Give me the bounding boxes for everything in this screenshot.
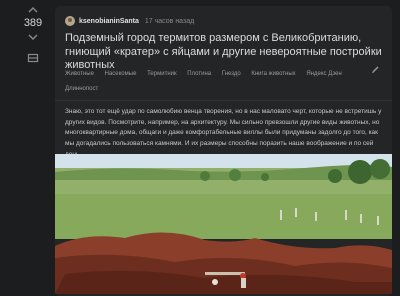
post-image[interactable] <box>55 154 392 294</box>
bookmark-icon[interactable] <box>27 53 39 63</box>
tag[interactable]: Насекомые <box>105 67 137 82</box>
tag[interactable]: Животные <box>65 67 94 82</box>
divider <box>55 100 392 101</box>
vote-column: 389 <box>0 0 50 286</box>
post-header: ksenobianinSanta 17 часов назад <box>65 14 194 28</box>
tag[interactable]: Длиннопост <box>65 82 98 97</box>
tag[interactable]: Плотина <box>187 67 211 82</box>
vote-score: 389 <box>18 17 48 29</box>
post-time: 17 часов назад <box>145 18 194 25</box>
post-body: Знаю, это тот ещё удар по самолюбию венц… <box>65 107 385 161</box>
tag-list: Животные Насекомые Термитник Плотина Гне… <box>65 67 365 97</box>
post-card: ksenobianinSanta 17 часов назад Подземны… <box>55 6 392 296</box>
avatar[interactable] <box>65 16 75 26</box>
author-name[interactable]: ksenobianinSanta <box>79 18 139 25</box>
arrow-down-icon[interactable] <box>27 32 39 42</box>
tag[interactable]: Яндекс Дзен <box>306 67 341 82</box>
tag[interactable]: Книга животных <box>251 67 295 82</box>
tag[interactable]: Гнездо <box>222 67 241 82</box>
pencil-icon[interactable] <box>371 65 380 74</box>
tag[interactable]: Термитник <box>147 67 177 82</box>
arrow-up-icon[interactable] <box>27 5 39 15</box>
